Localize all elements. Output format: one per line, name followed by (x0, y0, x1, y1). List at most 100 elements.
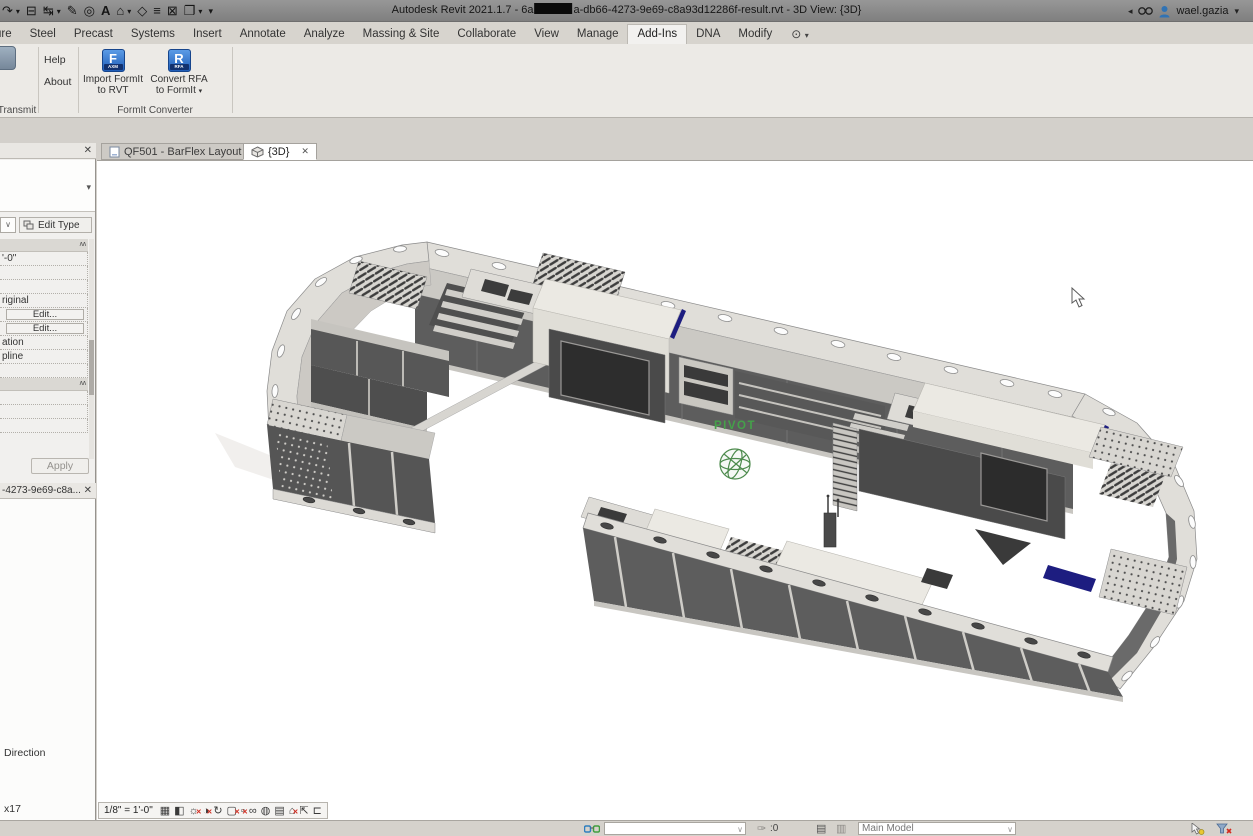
properties-group-header[interactable]: ∧∧ (0, 239, 88, 252)
browser-item[interactable]: x17 (4, 803, 21, 815)
help-button[interactable]: Help (44, 54, 66, 66)
switch-windows-icon[interactable]: ❐ (184, 1, 196, 21)
section-icon[interactable]: ◇ (137, 1, 147, 21)
property-row[interactable]: '-0" (0, 252, 88, 266)
import-formit-button[interactable]: FAXM Import FormIt to RVT (82, 49, 144, 96)
tab-insert[interactable]: Insert (184, 25, 231, 44)
properties-palette-header[interactable]: ✕ (0, 143, 96, 159)
type-selector-dropdown-icon[interactable]: ▾ (86, 182, 91, 193)
tab-annotate[interactable]: Annotate (231, 25, 295, 44)
tab-collaborate[interactable]: Collaborate (448, 25, 525, 44)
reveal-hidden-elements-icon[interactable]: ◍ (261, 804, 271, 818)
3d-view-dropdown-icon[interactable]: ▾ (127, 7, 131, 16)
rendering-dialog-icon[interactable]: ↻ (213, 804, 222, 818)
tab-systems[interactable]: Systems (122, 25, 184, 44)
tab-manage[interactable]: Manage (568, 25, 628, 44)
properties-scrollbar-thumb[interactable] (89, 340, 94, 395)
signed-in-user[interactable]: wael.gazia (1176, 5, 1228, 17)
properties-group-header[interactable]: ∧∧ (0, 378, 88, 391)
print-icon[interactable]: ⊟ (26, 1, 37, 21)
select-elements-toggle-icon[interactable] (1190, 823, 1206, 835)
filter-icon[interactable] (1216, 823, 1233, 835)
3d-model-view[interactable]: PIVOT (97, 161, 1253, 820)
user-account-icon[interactable] (1159, 5, 1170, 18)
tab-dna[interactable]: DNA (687, 25, 729, 44)
project-browser-header[interactable]: -4273-9e69-c8a... ✕ (0, 483, 96, 499)
show-crop-region-off-icon[interactable]: ▫✕ (241, 804, 245, 818)
property-row[interactable]: ation (0, 336, 88, 350)
thin-lines-icon[interactable]: ≡ (153, 1, 161, 21)
active-workset-dropdown[interactable]: ∨ (604, 822, 746, 835)
sun-path-off-icon[interactable]: ☼✕ (189, 804, 199, 818)
measure-dropdown-icon[interactable]: ▾ (57, 7, 61, 16)
tab-analyze[interactable]: Analyze (295, 25, 354, 44)
close-view-icon[interactable]: ✕ (301, 146, 309, 157)
temporary-hide-isolate-icon[interactable]: ∞ (249, 804, 257, 818)
collapse-group-icon[interactable]: ∧∧ (79, 379, 85, 387)
tab-modify[interactable]: Modify (729, 25, 781, 44)
measure-icon[interactable]: ↹ (43, 1, 54, 21)
editing-requests-icon[interactable]: ✑ (757, 822, 766, 835)
crop-view-off-icon[interactable]: ▢✕ (227, 804, 237, 818)
close-browser-icon[interactable]: ✕ (84, 485, 92, 497)
highlight-displacement-sets-icon[interactable]: ⇱ (299, 804, 308, 818)
default-3d-view-icon[interactable]: ⌂ (116, 1, 124, 21)
design-options-icon[interactable]: ▤ (816, 822, 826, 835)
user-menu-dropdown-icon[interactable]: ▾ (1234, 6, 1239, 17)
edit-button[interactable]: Edit... (6, 309, 84, 320)
design-option-dropdown[interactable]: Main Model∨ (858, 822, 1016, 835)
property-row[interactable]: riginal (0, 294, 88, 308)
tab-structure[interactable]: ure (0, 25, 21, 44)
text-icon[interactable]: A (101, 1, 110, 21)
tab-view[interactable]: View (525, 25, 568, 44)
property-row[interactable]: pline (0, 350, 88, 364)
drawing-area[interactable]: PIVOT 1/8" = 1'-0" ▦ ◧ ☼✕ ◑✕ (97, 160, 1253, 820)
tab-massing-site[interactable]: Massing & Site (354, 25, 449, 44)
show-analytical-model-off-icon[interactable]: ⌂✕ (289, 804, 296, 818)
tag-by-category-icon[interactable]: ◎ (84, 1, 95, 21)
property-row[interactable] (0, 280, 88, 294)
tab-precast[interactable]: Precast (65, 25, 122, 44)
ribbon-display-toggle-icon[interactable]: ⊙ ▾ (781, 25, 814, 44)
collapse-search-icon[interactable]: ◂ (1128, 6, 1133, 17)
design-options-edit-icon[interactable]: ▥ (836, 822, 846, 835)
search-icon[interactable] (1138, 6, 1153, 16)
close-inactive-windows-icon[interactable]: ⊠ (167, 1, 178, 21)
property-row[interactable] (0, 391, 88, 405)
redo-dropdown-icon[interactable]: ▾ (16, 7, 20, 16)
editing-requests-count[interactable]: :0 (770, 823, 778, 834)
property-row[interactable] (0, 364, 88, 378)
customize-qat-icon[interactable]: ▾ (208, 1, 213, 21)
switch-windows-dropdown-icon[interactable]: ▾ (198, 7, 202, 16)
edit-type-button[interactable]: Edit Type (19, 217, 92, 233)
shadows-off-icon[interactable]: ◑✕ (203, 804, 210, 818)
about-button[interactable]: About (44, 76, 71, 88)
property-row[interactable] (0, 405, 88, 419)
aligned-dimension-icon[interactable]: ✎ (67, 1, 78, 21)
convert-rfa-button[interactable]: RRFA Convert RFA to FormIt ▾ (148, 49, 210, 97)
reveal-constraints-icon[interactable]: ⊏ (313, 804, 322, 818)
detail-level-icon[interactable]: ▦ (160, 804, 170, 818)
browser-item[interactable]: Direction (4, 747, 45, 759)
view-tab-3d[interactable]: {3D} ✕ (243, 143, 317, 160)
redo-icon[interactable]: ↷ (2, 1, 13, 21)
tab-steel[interactable]: Steel (21, 25, 65, 44)
view-scale-button[interactable]: 1/8" = 1'-0" (104, 805, 153, 816)
property-row[interactable]: Edit... (0, 308, 88, 322)
properties-filter-dropdown[interactable]: ∨ (0, 217, 16, 233)
property-row[interactable] (0, 266, 88, 280)
visual-style-icon[interactable]: ◧ (174, 804, 184, 818)
collapse-group-icon[interactable]: ∧∧ (79, 240, 85, 248)
worksets-icon[interactable] (584, 823, 600, 835)
type-selector[interactable]: ▾ (0, 160, 95, 212)
property-row[interactable]: Edit... (0, 322, 88, 336)
tab-add-ins[interactable]: Add-Ins (627, 24, 687, 44)
transmit-model-icon[interactable] (0, 46, 16, 70)
apply-button[interactable]: Apply (31, 458, 89, 474)
temporary-view-properties-icon[interactable]: ▤ (274, 804, 284, 818)
convert-dropdown-icon[interactable]: ▾ (199, 88, 203, 95)
property-row[interactable] (0, 419, 88, 433)
edit-button[interactable]: Edit... (6, 323, 84, 334)
close-properties-icon[interactable]: ✕ (84, 145, 92, 157)
view-tab-sheet[interactable]: QF501 - BarFlex Layout (101, 143, 249, 160)
